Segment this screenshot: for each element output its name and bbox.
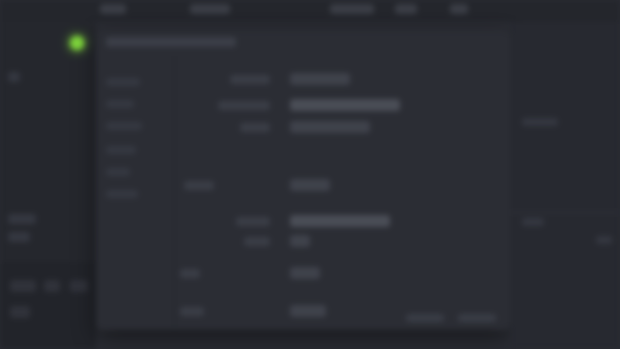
right-panel-item[interactable] — [596, 236, 612, 244]
dialog-titlebar — [70, 30, 510, 56]
side-nav-item[interactable] — [106, 78, 140, 86]
setting-row — [180, 70, 500, 90]
side-nav-item[interactable] — [106, 190, 138, 198]
sidebar-item[interactable] — [8, 232, 30, 242]
setting-value[interactable] — [290, 99, 400, 111]
setting-label — [240, 123, 270, 132]
panel-cell[interactable] — [44, 280, 60, 292]
dialog-side-nav — [96, 56, 175, 330]
setting-label — [244, 237, 270, 246]
right-panel-item[interactable] — [522, 118, 558, 126]
status-dot-icon — [70, 36, 84, 50]
toolbar-item[interactable] — [395, 4, 417, 14]
setting-value[interactable] — [290, 267, 320, 279]
sidebar-item[interactable] — [8, 72, 20, 82]
setting-row — [180, 212, 500, 232]
bottom-panel — [0, 262, 96, 349]
top-toolbar — [0, 0, 620, 22]
dialog-content — [180, 56, 500, 317]
footer-button[interactable] — [458, 314, 496, 322]
toolbar-item[interactable] — [450, 4, 468, 14]
side-nav-item[interactable] — [106, 100, 134, 108]
setting-label — [180, 307, 204, 316]
right-sidebar — [510, 22, 620, 349]
footer-button[interactable] — [406, 314, 444, 322]
setting-label — [180, 269, 200, 278]
sidebar-item[interactable] — [8, 214, 36, 224]
setting-value[interactable] — [290, 73, 350, 85]
dialog-footer — [406, 314, 496, 324]
setting-label — [218, 101, 270, 110]
toolbar-item[interactable] — [190, 4, 230, 14]
setting-value[interactable] — [290, 305, 326, 317]
setting-value[interactable] — [290, 215, 390, 227]
setting-row — [180, 176, 500, 196]
setting-row — [180, 118, 500, 138]
setting-value[interactable] — [290, 179, 330, 191]
setting-row — [180, 96, 500, 116]
setting-row — [180, 264, 500, 284]
toolbar-item[interactable] — [100, 4, 126, 14]
side-nav-item[interactable] — [106, 146, 136, 154]
right-panel-item[interactable] — [522, 218, 544, 226]
side-nav-item[interactable] — [106, 168, 130, 176]
panel-cell[interactable] — [10, 306, 30, 318]
setting-row — [180, 232, 500, 252]
toolbar-item[interactable] — [330, 4, 374, 14]
setting-label — [184, 181, 214, 190]
panel-divider — [510, 212, 620, 213]
dialog-title — [106, 37, 236, 47]
setting-label — [230, 75, 270, 84]
setting-value[interactable] — [290, 235, 310, 247]
side-nav-item[interactable] — [106, 122, 142, 130]
setting-label — [236, 217, 270, 226]
panel-cell[interactable] — [70, 280, 88, 292]
settings-dialog — [70, 30, 510, 330]
setting-value[interactable] — [290, 121, 370, 133]
panel-cell[interactable] — [10, 280, 36, 292]
